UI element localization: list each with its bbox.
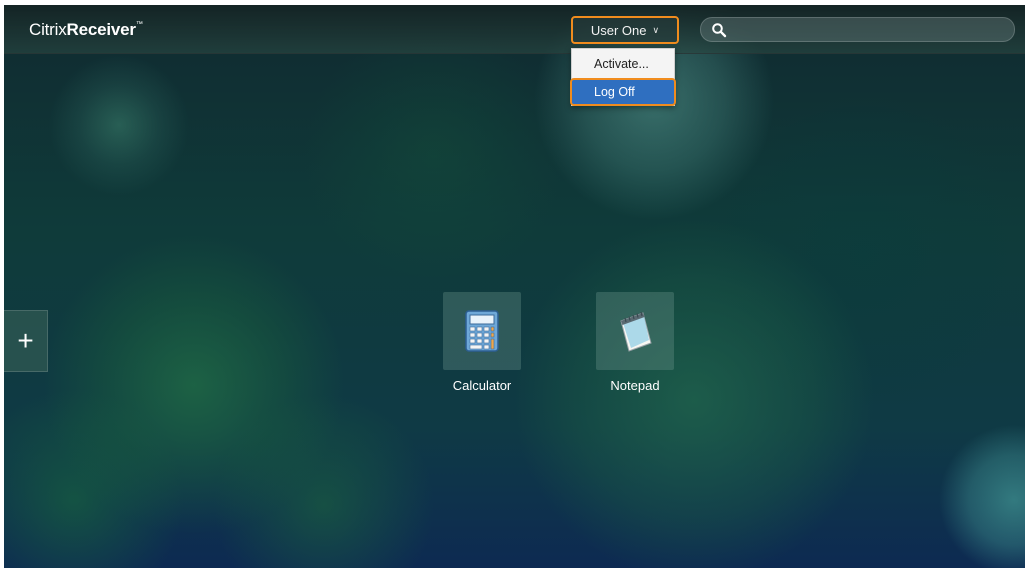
citrix-receiver-logo: CitrixReceiver™ — [29, 20, 143, 40]
user-dropdown-menu: Activate... Log Off — [570, 48, 676, 106]
menu-item-activate[interactable]: Activate... — [572, 52, 674, 76]
app-tile[interactable] — [596, 292, 674, 370]
top-bar: CitrixReceiver™ User One ∨ — [4, 5, 1025, 54]
app-label: Notepad — [610, 378, 660, 393]
app-calculator[interactable]: Calculator — [437, 292, 527, 393]
search-icon — [712, 23, 727, 38]
user-menu-label: User One — [590, 22, 647, 38]
notepad-icon — [620, 311, 652, 352]
calculator-icon — [465, 310, 499, 352]
search-input[interactable] — [731, 21, 1005, 40]
menu-item-log-off[interactable]: Log Off — [570, 78, 676, 106]
user-menu-button[interactable]: User One ∨ — [571, 16, 679, 44]
brand-bold-text: Receiver — [66, 20, 136, 39]
app-tile[interactable] — [443, 292, 521, 370]
receiver-window: CitrixReceiver™ User One ∨ Activate... L… — [4, 5, 1025, 568]
app-label: Calculator — [452, 378, 512, 393]
add-apps-button[interactable]: + — [4, 310, 48, 372]
search-box[interactable] — [700, 17, 1015, 42]
app-notepad[interactable]: Notepad — [590, 292, 680, 393]
chevron-down-icon: ∨ — [652, 24, 660, 35]
brand-light-text: Citrix — [29, 20, 67, 39]
brand-trademark: ™ — [135, 21, 143, 28]
